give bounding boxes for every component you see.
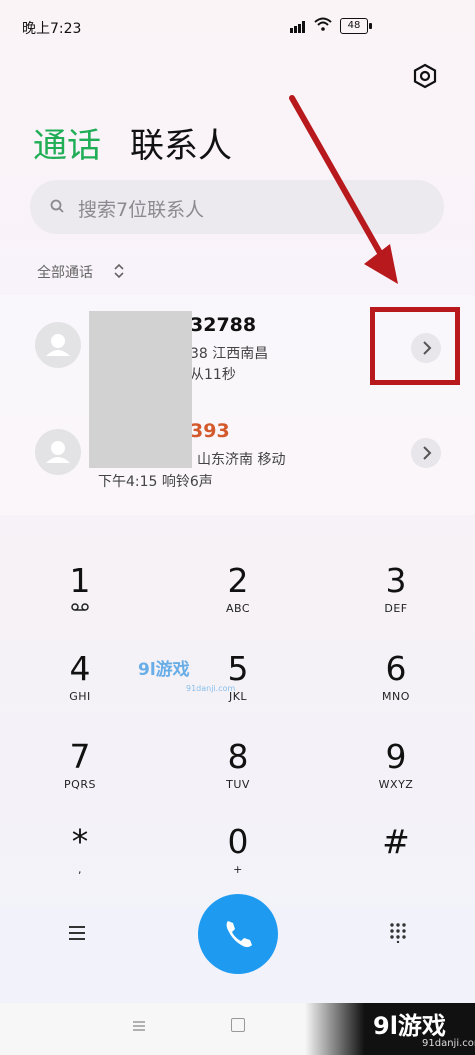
phone-icon — [226, 921, 252, 948]
key-digit: # — [382, 822, 410, 861]
key-digit: 2 — [227, 561, 249, 600]
key-letters: , — [78, 863, 82, 876]
watermark-site: 91danji.com — [422, 1038, 475, 1049]
key-three[interactable]: 3 DEF — [336, 562, 456, 632]
tab-calls[interactable]: 通话 — [33, 118, 101, 167]
hide-keypad-grid-icon[interactable] — [387, 921, 409, 943]
voicemail-icon — [20, 602, 140, 615]
key-digit: 6 — [385, 649, 407, 688]
key-digit: 3 — [385, 561, 407, 600]
key-letters: + — [233, 863, 243, 876]
key-seven[interactable]: 7 PQRS — [20, 738, 140, 808]
key-star[interactable]: *, — [20, 823, 140, 893]
contact-avatar — [35, 322, 81, 368]
call-number-missed[interactable]: 393 — [190, 420, 230, 442]
dial-call-button[interactable] — [198, 894, 278, 974]
wifi-icon — [314, 17, 332, 31]
key-digit: 7 — [69, 737, 91, 776]
key-letters: ABC — [225, 602, 251, 615]
key-two[interactable]: 2 ABC — [178, 562, 298, 632]
annotation-arrow-icon — [289, 95, 398, 284]
search-placeholder: 搜索7位联系人 — [78, 199, 205, 221]
signal-icon — [290, 21, 306, 33]
status-time: 晚上7:23 — [22, 21, 82, 37]
key-digit: 5 — [227, 649, 249, 688]
watermark-logo: 9l游戏 — [373, 1012, 446, 1040]
key-hash[interactable]: # — [336, 823, 456, 893]
key-digit: 0 — [227, 822, 249, 861]
key-letters: MNO — [382, 690, 410, 703]
key-letters: TUV — [226, 778, 250, 791]
nav-recents-icon[interactable] — [131, 1019, 147, 1033]
key-letters: PQRS — [64, 778, 96, 791]
key-eight[interactable]: 8 TUV — [178, 738, 298, 808]
person-icon — [46, 441, 70, 463]
annotation-highlight-box — [370, 307, 460, 385]
key-digit: 1 — [69, 561, 91, 600]
call-time: 下午4:15 响铃6声 — [98, 474, 213, 490]
key-four[interactable]: 4 GHI — [20, 650, 140, 720]
filter-updown-icon[interactable] — [113, 262, 125, 280]
key-letters: WXYZ — [378, 778, 414, 791]
key-digit: 4 — [69, 649, 91, 688]
tab-contacts[interactable]: 联系人 — [130, 118, 232, 167]
chevron-right-icon — [423, 446, 432, 460]
nav-home-icon[interactable] — [231, 1018, 245, 1032]
key-one[interactable]: 1 — [20, 562, 140, 632]
key-digit: 8 — [227, 737, 249, 776]
contact-avatar — [35, 429, 81, 475]
call-number[interactable]: 32788 — [190, 314, 256, 336]
key-letters: DEF — [384, 602, 408, 615]
call-duration: 从11秒 — [190, 367, 236, 383]
key-six[interactable]: 6 MNO — [336, 650, 456, 720]
key-nine[interactable]: 9 WXYZ — [336, 738, 456, 808]
watermark-center-logo: 9l游戏 — [138, 660, 190, 680]
call-location: 38 江西南昌 — [190, 346, 269, 362]
settings-gear-icon[interactable] — [412, 63, 438, 89]
menu-icon[interactable] — [66, 922, 88, 944]
search-icon — [50, 199, 64, 213]
key-digit: 9 — [385, 737, 407, 776]
watermark-center-site: 91danji.com — [186, 684, 236, 693]
key-letters: GHI — [69, 690, 91, 703]
call-filter-label[interactable]: 全部通话 — [37, 262, 93, 282]
key-zero[interactable]: 0 + — [178, 823, 298, 893]
battery-icon: 48 — [340, 18, 372, 34]
key-digit: * — [71, 822, 89, 861]
person-icon — [46, 334, 70, 356]
redaction-block — [89, 311, 192, 468]
call-location: 山东济南 移动 — [197, 452, 286, 468]
call-detail-button[interactable] — [411, 438, 441, 468]
